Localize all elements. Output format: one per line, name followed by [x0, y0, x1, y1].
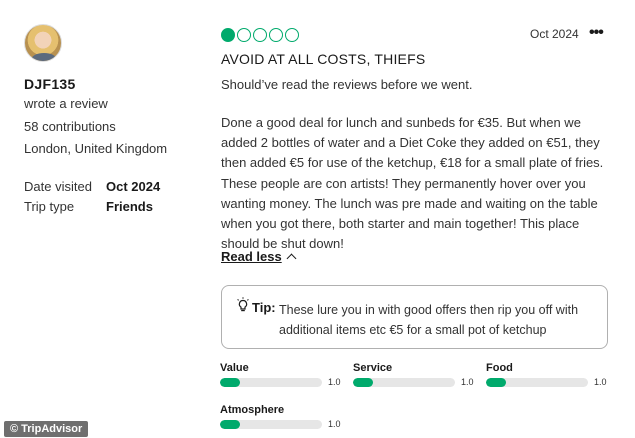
subrating-label: Service — [353, 362, 393, 374]
read-less-link[interactable]: Read less — [221, 249, 297, 264]
subrating-service: Service 1.0 — [353, 362, 474, 387]
review-action: wrote a review — [24, 96, 108, 111]
subrating-label: Food — [486, 362, 513, 374]
review-paragraph-2: Done a good deal for lunch and sunbeds f… — [221, 115, 604, 252]
rating-value: 1.0 — [328, 377, 341, 387]
rating-value: 1.0 — [328, 419, 341, 429]
rating-track — [220, 377, 322, 387]
bubble-filled-icon — [221, 28, 235, 42]
avatar[interactable] — [24, 24, 62, 62]
rating-fill — [220, 377, 241, 387]
rating-fill — [353, 377, 374, 387]
subrating-label: Atmosphere — [220, 404, 285, 416]
bubble-empty-icon — [285, 28, 299, 42]
subrating-label: Value — [220, 362, 249, 374]
bubble-empty-icon — [237, 28, 251, 42]
chevron-up-icon — [286, 253, 297, 264]
reviewer-username[interactable]: DJF135 — [24, 76, 76, 92]
tip-label: Tip: — [252, 300, 276, 315]
lightbulb-icon — [237, 297, 249, 312]
subrating-atmosphere: Atmosphere 1.0 — [220, 404, 341, 429]
contributions-count: 58 contributions — [24, 119, 116, 134]
review-paragraph-1: Should’ve read the reviews before we wen… — [221, 77, 473, 92]
bubble-empty-icon — [253, 28, 267, 42]
more-horizontal-icon[interactable]: ••• — [589, 25, 604, 41]
tripadvisor-watermark: © TripAdvisor — [4, 421, 89, 437]
reviewer-location: London, United Kingdom — [24, 141, 168, 156]
rating-track — [486, 377, 588, 387]
rating-value: 1.0 — [461, 377, 474, 387]
trip-type-value: Friends — [106, 199, 153, 214]
tip-box: Tip: These lure you in with good offers … — [221, 285, 608, 349]
review-title: AVOID AT ALL COSTS, THIEFS — [221, 51, 426, 67]
read-less-label: Read less — [221, 249, 282, 264]
rating-track — [353, 377, 455, 387]
date-visited-value: Oct 2024 — [106, 179, 161, 194]
bubble-rating — [221, 28, 299, 42]
rating-fill — [220, 419, 241, 429]
trip-type-label: Trip type — [24, 199, 75, 214]
review-date: Oct 2024 — [530, 27, 579, 41]
date-visited-label: Date visited — [24, 179, 92, 194]
subrating-food: Food 1.0 — [486, 362, 607, 387]
rating-track — [220, 419, 322, 429]
tip-text: These lure you in with good offers then … — [279, 303, 579, 337]
rating-value: 1.0 — [594, 377, 607, 387]
rating-fill — [486, 377, 507, 387]
subrating-value: Value 1.0 — [220, 362, 341, 387]
bubble-empty-icon — [269, 28, 283, 42]
